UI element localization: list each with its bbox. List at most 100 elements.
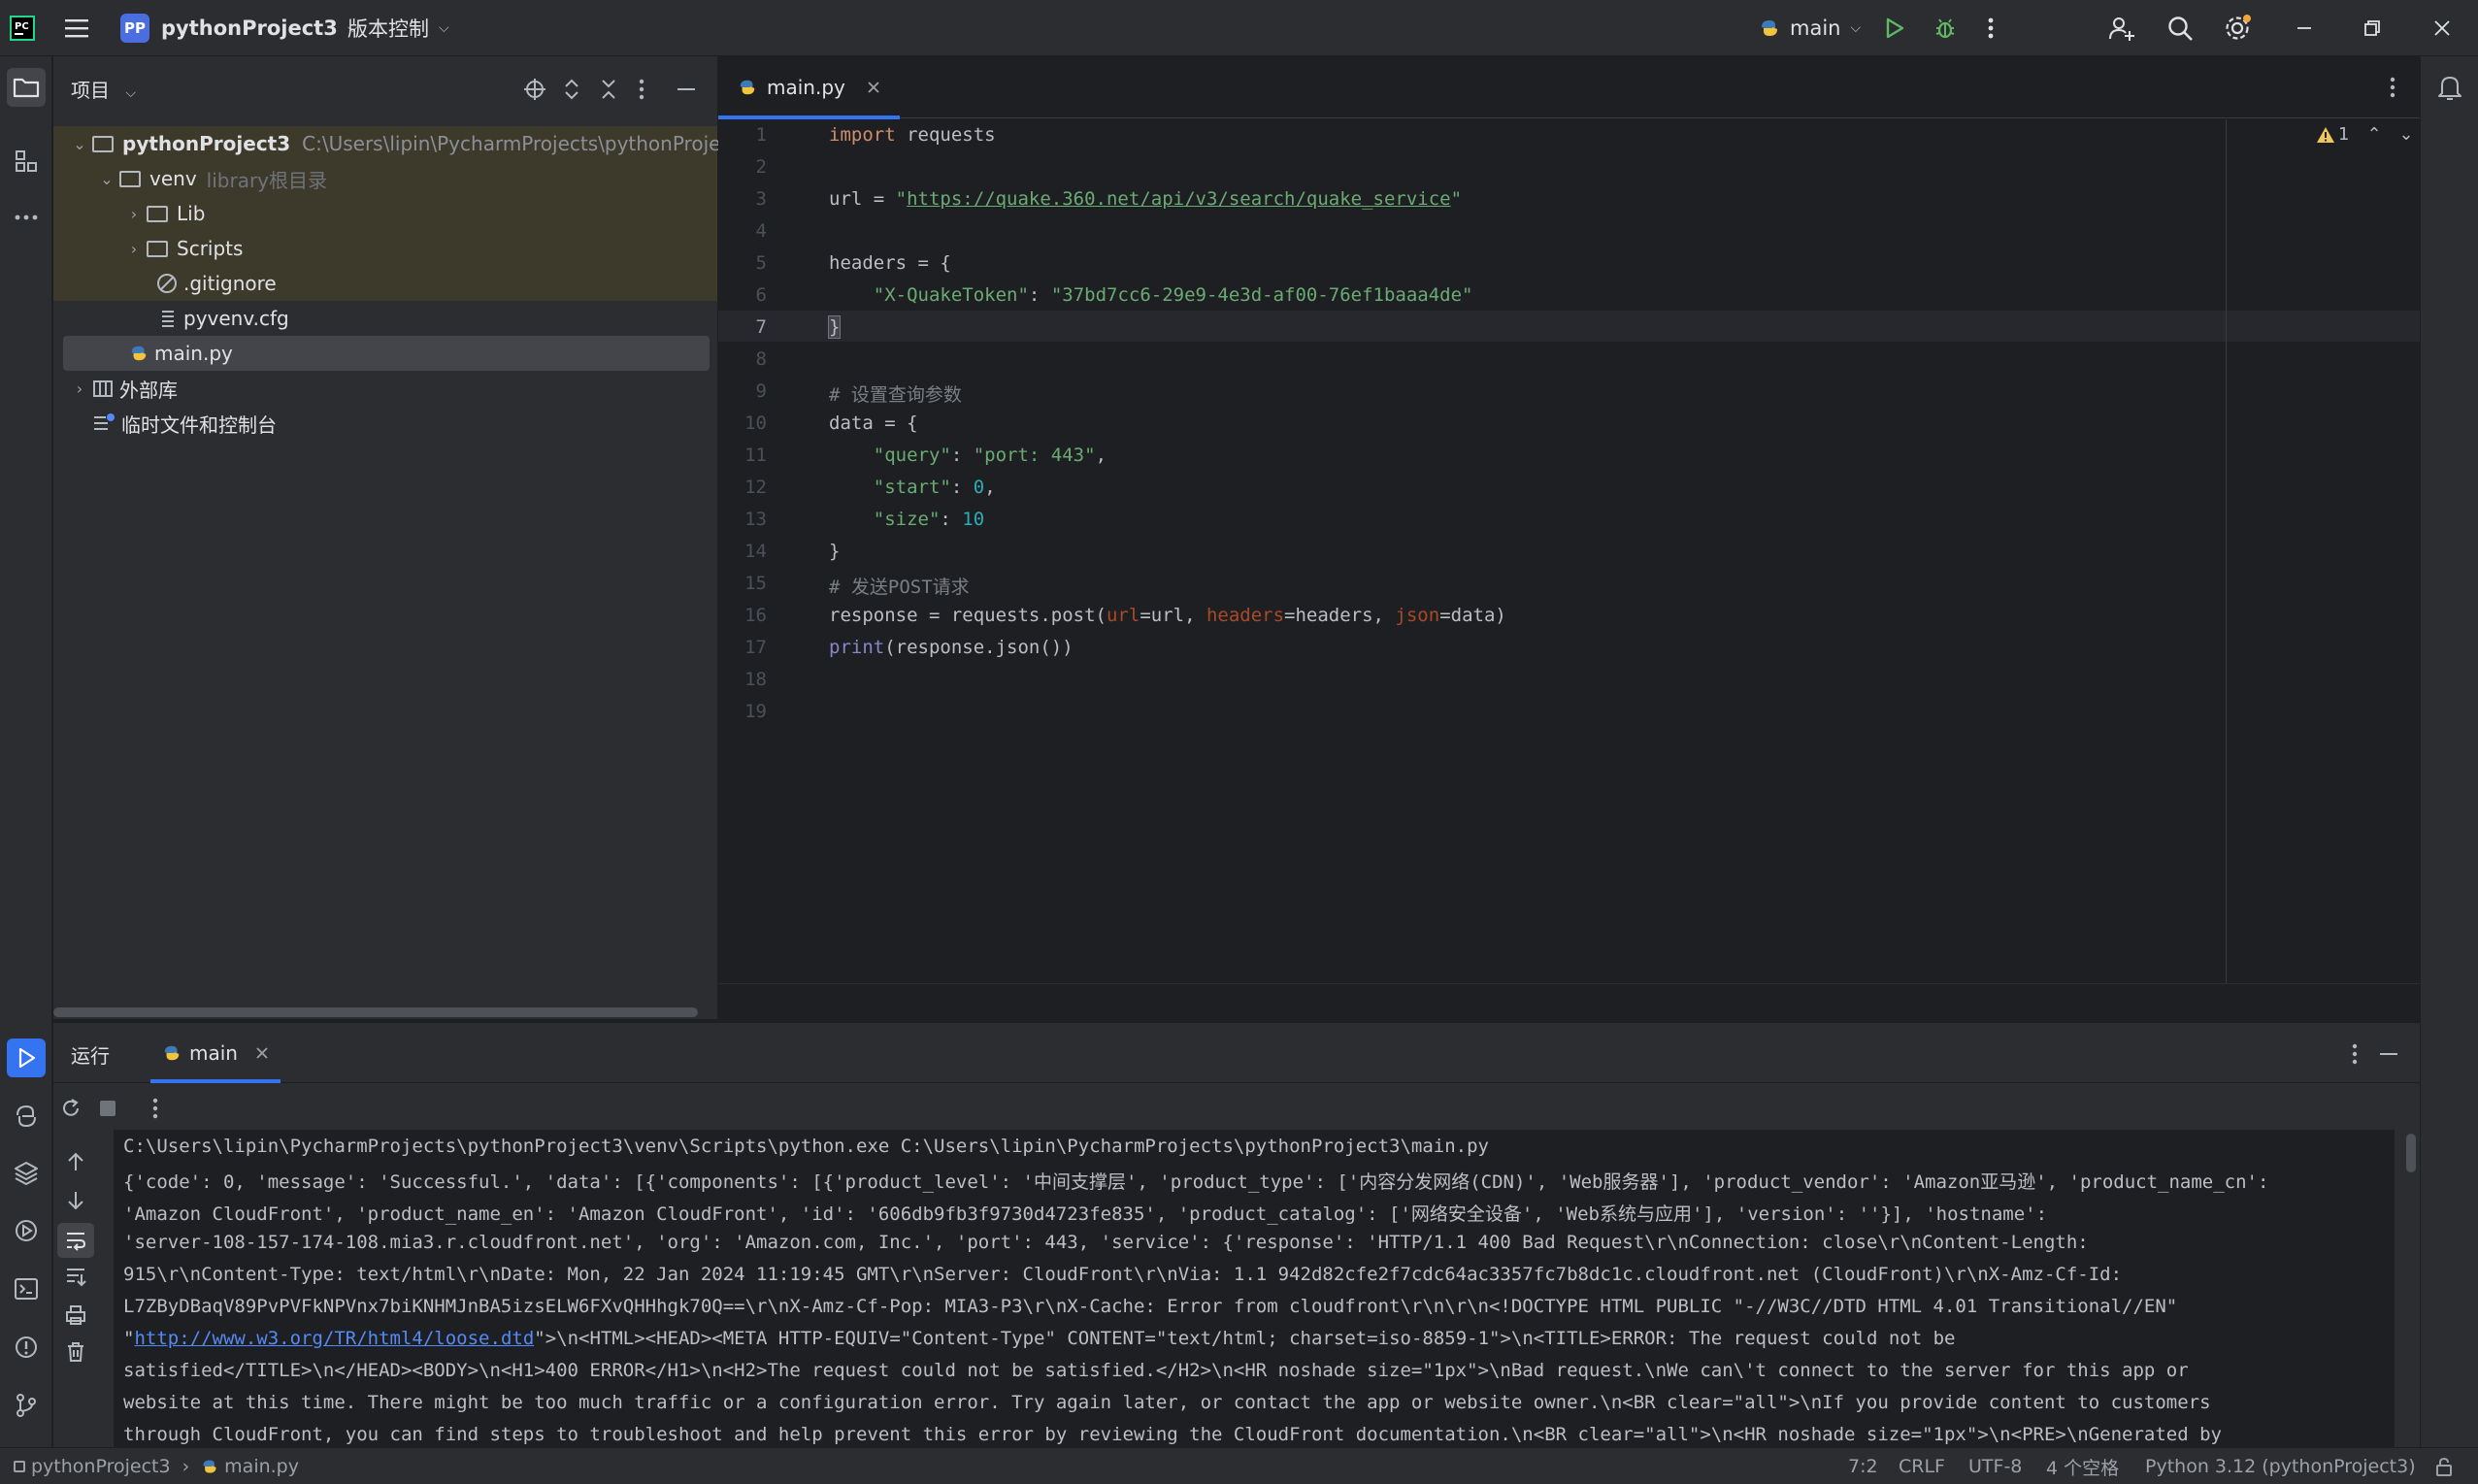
restore-window-icon[interactable]: [2362, 0, 2382, 56]
console-link[interactable]: http://www.w3.org/TR/html4/loose.dtd: [134, 1328, 534, 1349]
folder-icon: [147, 205, 168, 222]
chevron-down-icon: ⌵: [125, 84, 136, 101]
tab-label: main.py: [767, 76, 845, 99]
close-tab-icon[interactable]: [867, 81, 880, 94]
close-tab-icon[interactable]: [255, 1046, 269, 1060]
tree-item-external-libraries[interactable]: › 外部库: [67, 371, 178, 406]
warning-count: 1: [2338, 124, 2350, 145]
project-view-selector[interactable]: 项目 ⌵: [71, 75, 136, 103]
run-options-icon[interactable]: [2350, 1042, 2360, 1066]
main-menu-icon[interactable]: [64, 0, 89, 56]
code-text: ,: [1095, 445, 1107, 466]
tree-item-project-root[interactable]: ⌄ pythonProject3 C:\Users\lipin\PycharmP…: [67, 126, 751, 161]
next-highlight-icon[interactable]: ⌄: [2399, 124, 2414, 145]
run-panel: 运行 main C:\Users\lipin\PycharmProjects\p…: [53, 1022, 2420, 1448]
scroll-down-icon[interactable]: [65, 1190, 86, 1211]
caret-position[interactable]: 7:2: [1848, 1448, 1878, 1484]
python-interpreter[interactable]: Python 3.12 (pythonProject3): [2145, 1448, 2416, 1484]
code-line-5: headers = {: [829, 252, 951, 274]
options-icon[interactable]: [637, 78, 646, 101]
inspection-widget[interactable]: 1 ⌃ ⌄: [2316, 124, 2414, 145]
line-number: 11: [744, 445, 767, 466]
run-button[interactable]: [1883, 0, 1906, 56]
soft-wrap-toggle[interactable]: [57, 1223, 94, 1258]
search-icon[interactable]: [2166, 0, 2194, 56]
vcs-menu[interactable]: 版本控制 ⌵: [347, 0, 449, 56]
more-tools-icon[interactable]: [7, 198, 46, 237]
tree-item-label: pyvenv.cfg: [183, 307, 289, 330]
editor-tab-bar: main.py: [718, 56, 2420, 119]
close-window-icon[interactable]: [2432, 0, 2452, 56]
horizontal-scrollbar[interactable]: [53, 1007, 698, 1017]
active-tab-indicator: [150, 1079, 281, 1083]
project-switcher[interactable]: PP pythonProject3 ⌵: [120, 0, 357, 56]
right-margin-guide: [2226, 119, 2227, 983]
structure-tool-button[interactable]: [7, 142, 46, 181]
bug-icon: [1935, 18, 1955, 39]
project-badge: PP: [120, 14, 149, 43]
trash-icon[interactable]: [65, 1341, 86, 1363]
line-number: 14: [744, 541, 767, 562]
expand-all-icon[interactable]: [560, 78, 583, 101]
run-tool-button[interactable]: [7, 1039, 46, 1077]
add-user-icon[interactable]: [2108, 0, 2135, 56]
tree-item-main-py[interactable]: main.py: [129, 336, 233, 371]
pycharm-logo-icon[interactable]: PC: [10, 0, 35, 56]
tree-item-scratches[interactable]: 临时文件和控制台: [92, 406, 277, 441]
tree-item-pyvenv[interactable]: pyvenv.cfg: [156, 301, 289, 336]
notifications-bell-icon[interactable]: [2430, 68, 2469, 107]
lock-icon[interactable]: [2434, 1448, 2454, 1484]
hide-panel-icon[interactable]: [675, 78, 698, 101]
python-icon: [1762, 20, 1777, 36]
more-actions-icon[interactable]: [1986, 0, 1996, 56]
tree-item-gitignore[interactable]: .gitignore: [156, 266, 277, 301]
file-encoding[interactable]: UTF-8: [1968, 1448, 2022, 1484]
run-config-label: main: [1790, 16, 1841, 40]
git-tool-button[interactable]: [7, 1386, 46, 1425]
code-text: :: [950, 477, 974, 498]
number-literal: 0: [973, 477, 985, 498]
line-separator[interactable]: CRLF: [1899, 1448, 1945, 1484]
locate-file-icon[interactable]: [523, 78, 546, 101]
breadcrumb-project[interactable]: pythonProject3: [31, 1456, 171, 1477]
tab-options-icon[interactable]: [2388, 76, 2397, 99]
code-line-11: "query": "port: 443",: [829, 445, 1107, 466]
tree-item-lib[interactable]: › Lib: [121, 196, 206, 231]
print-icon[interactable]: [65, 1304, 86, 1326]
tree-item-scripts[interactable]: › Scripts: [121, 231, 244, 266]
hide-panel-icon[interactable]: [2377, 1042, 2400, 1066]
tree-item-venv[interactable]: ⌄ venv library根目录: [94, 161, 327, 196]
run-config-selector[interactable]: main ⌵: [1759, 0, 1861, 56]
chevron-right-icon: ›: [130, 204, 138, 223]
stop-icon[interactable]: [98, 1099, 117, 1118]
code-line-1: import requests: [829, 124, 996, 146]
console-output[interactable]: C:\Users\lipin\PycharmProjects\pythonPro…: [114, 1130, 2395, 1448]
minimize-window-icon[interactable]: [2295, 0, 2314, 56]
console-scrollbar[interactable]: [2406, 1134, 2416, 1172]
collapse-all-icon[interactable]: [597, 78, 620, 101]
indent-setting[interactable]: 4 个空格: [2046, 1448, 2119, 1484]
tab-main-py[interactable]: main.py: [718, 56, 900, 119]
chevron-down-icon: ⌄: [73, 134, 86, 153]
project-tool-button[interactable]: [7, 68, 46, 107]
run-panel-title: 运行: [71, 1044, 110, 1068]
previous-highlight-icon[interactable]: ⌃: [2366, 124, 2381, 145]
services-tool-button[interactable]: [7, 1211, 46, 1250]
breadcrumb-file[interactable]: main.py: [224, 1456, 299, 1477]
python-console-tool-button[interactable]: [7, 1097, 46, 1136]
rerun-icon[interactable]: [59, 1097, 83, 1120]
code-content[interactable]: import requests url = "https://quake.360…: [718, 124, 2420, 846]
builtin-function: print: [829, 637, 885, 658]
tab-run-main[interactable]: main: [150, 1023, 281, 1083]
settings-gear-icon[interactable]: [2223, 0, 2252, 56]
toolbar-options-icon[interactable]: [150, 1097, 160, 1120]
url-link[interactable]: https://quake.360.net/api/v3/search/quak…: [907, 188, 1451, 210]
scroll-up-icon[interactable]: [65, 1151, 86, 1172]
python-packages-tool-button[interactable]: [7, 1153, 46, 1192]
problems-tool-button[interactable]: [7, 1328, 46, 1367]
terminal-tool-button[interactable]: [7, 1270, 46, 1308]
console-line: through CloudFront, you can find steps t…: [123, 1424, 2222, 1445]
scroll-to-end-icon[interactable]: [65, 1266, 86, 1287]
code-line-7: }: [827, 315, 842, 339]
debug-button[interactable]: [1933, 0, 1957, 56]
